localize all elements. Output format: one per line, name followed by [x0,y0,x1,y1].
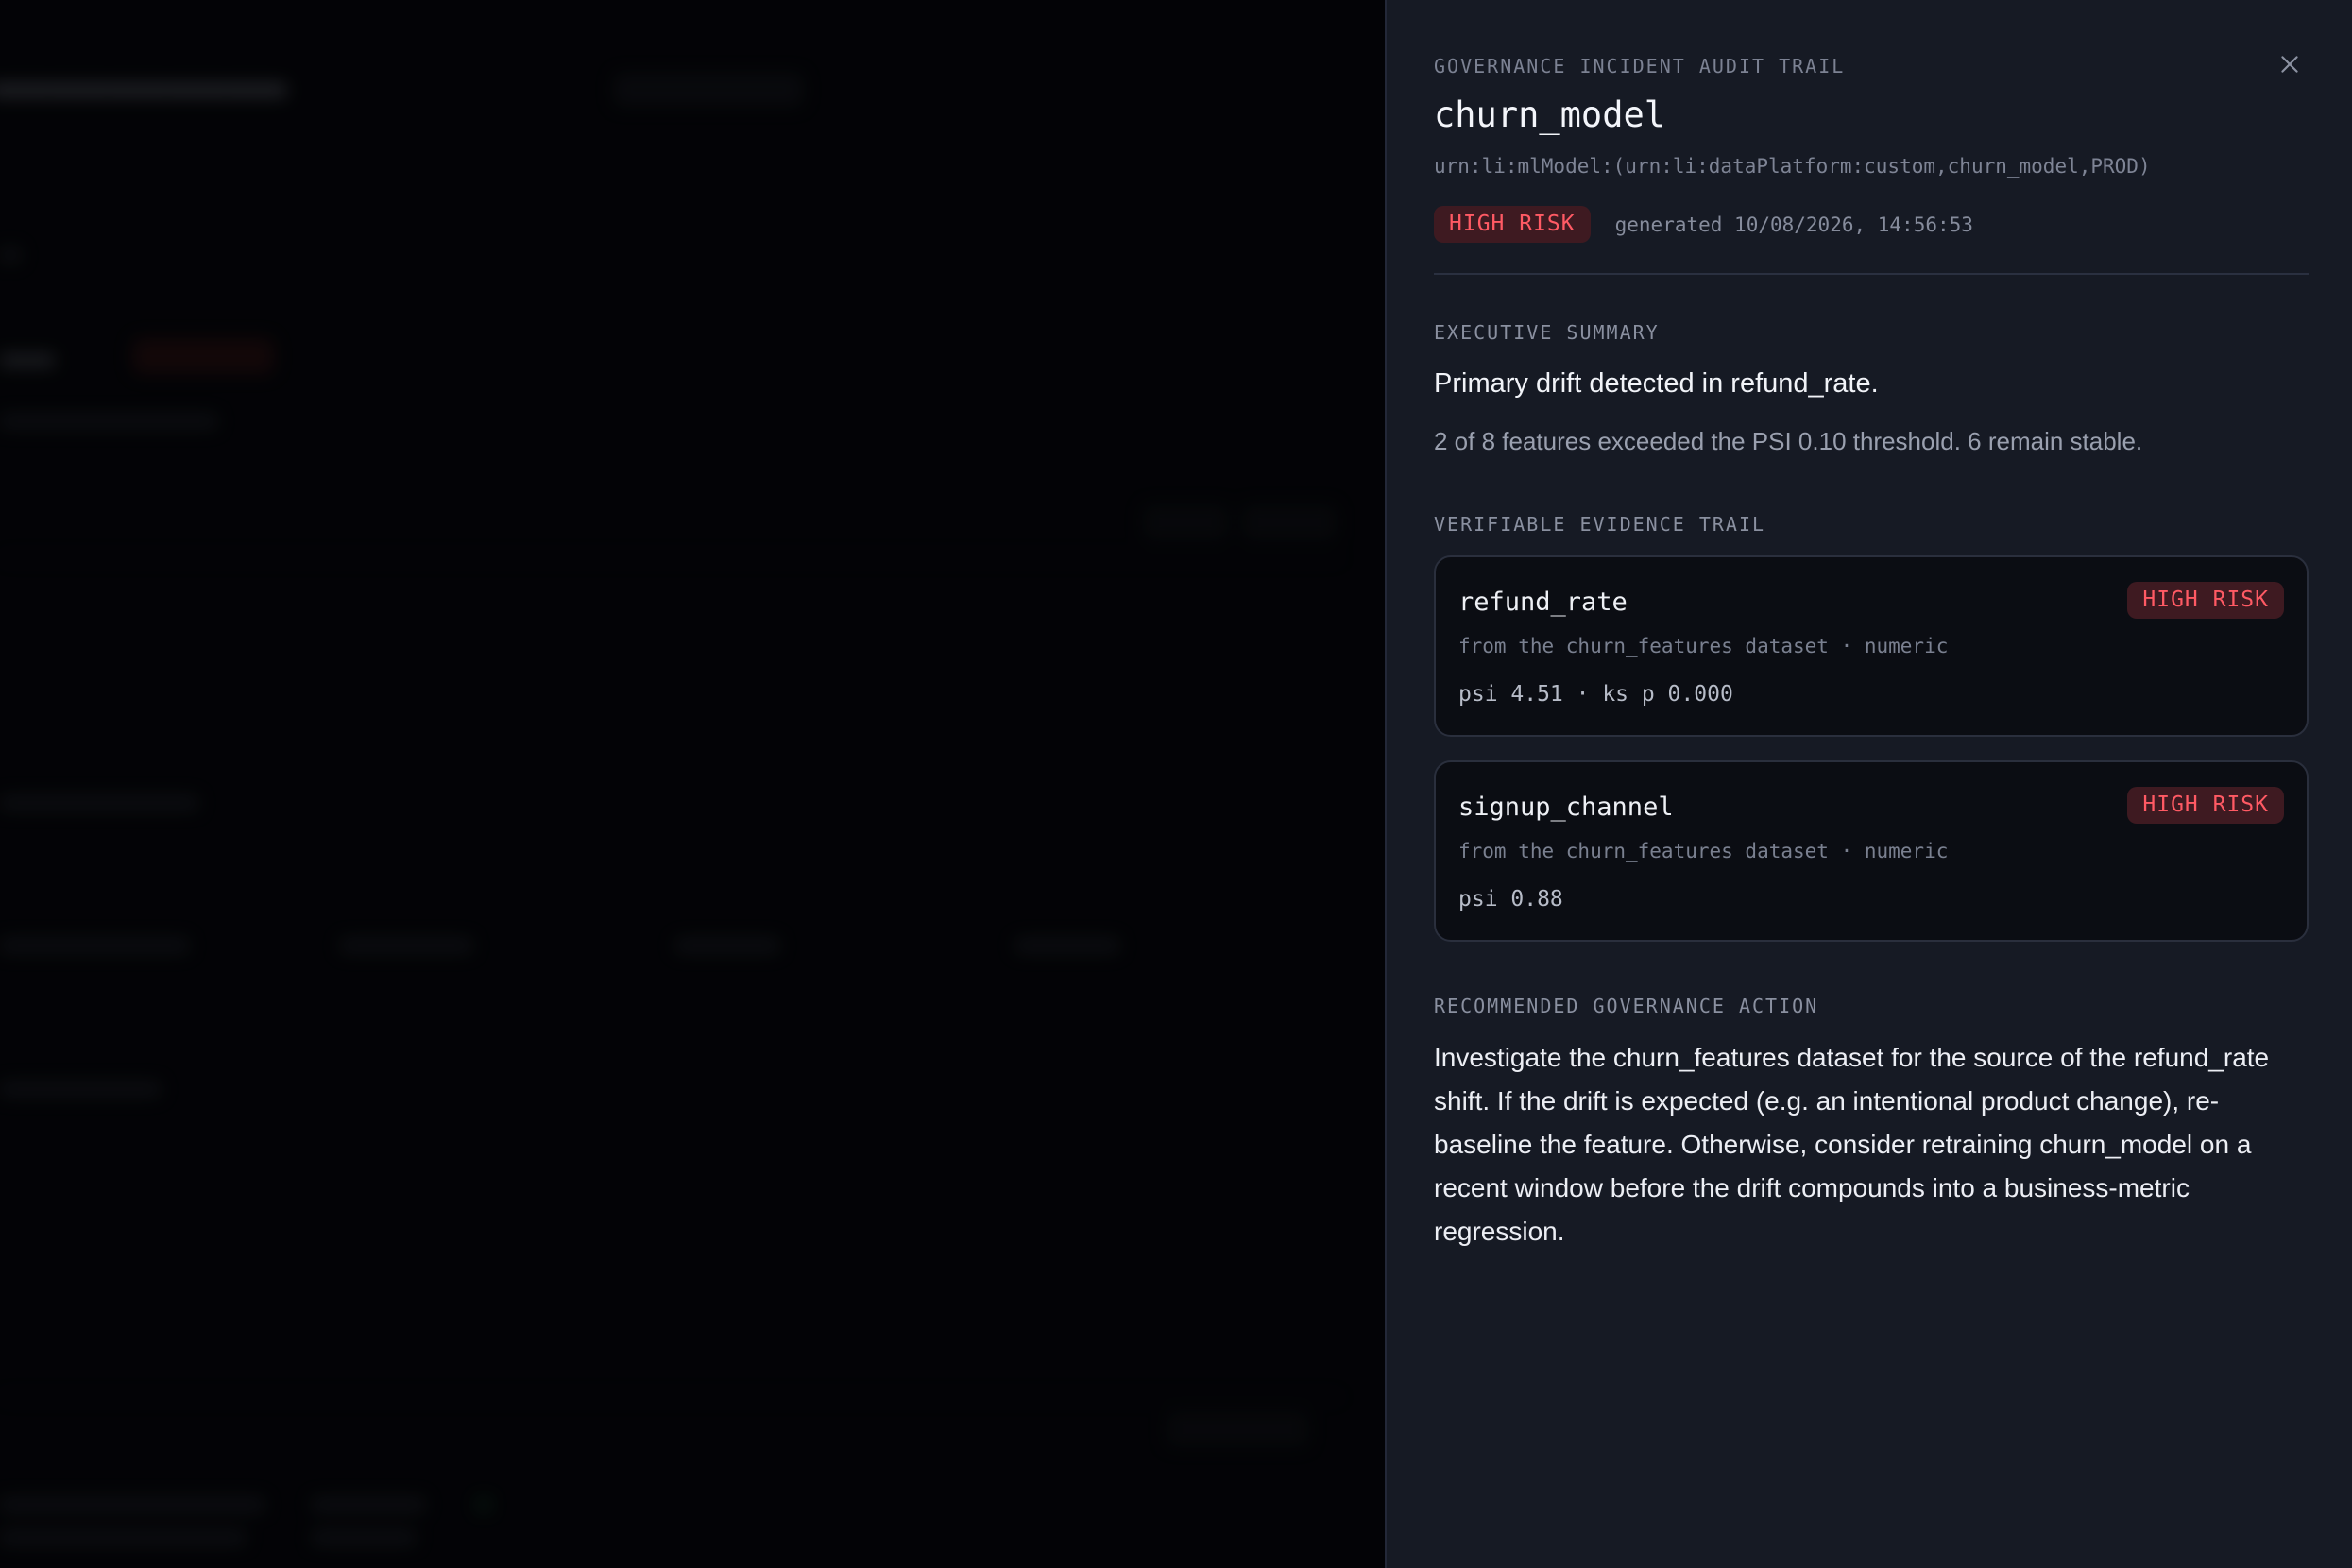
executive-summary-headline: Primary drift detected in refund_rate. [1434,368,1879,399]
evidence-metrics: psi 4.51 · ks p 0.000 [1458,682,1733,707]
evidence-source: from the churn_features dataset · numeri… [1458,840,1949,862]
executive-summary-detail: 2 of 8 features exceeded the PSI 0.10 th… [1434,427,2143,455]
evidence-card: refund_rate HIGH RISK from the churn_fea… [1434,555,2309,737]
recommended-action-label: RECOMMENDED GOVERNANCE ACTION [1434,995,1819,1017]
evidence-feature-name: signup_channel [1458,793,1674,822]
evidence-risk-badge: HIGH RISK [2127,787,2284,824]
model-urn: urn:li:mlModel:(urn:li:dataPlatform:cust… [1434,155,2151,178]
executive-summary-label: EXECUTIVE SUMMARY [1434,321,1660,344]
evidence-metrics: psi 0.88 [1458,887,1563,912]
evidence-feature-name: refund_rate [1458,588,1628,617]
drawer-eyebrow: GOVERNANCE INCIDENT AUDIT TRAIL [1434,55,1846,77]
audit-trail-drawer: GOVERNANCE INCIDENT AUDIT TRAIL churn_mo… [1385,0,2352,1568]
app-window: ▬▬▬▬▬▬▬▬▬▬ ▬▬ GOVERNANCE INCIDENT AUDIT … [0,0,2352,1568]
evidence-risk-badge: HIGH RISK [2127,582,2284,619]
model-name: churn_model [1434,94,1666,135]
close-icon [2281,56,2298,73]
evidence-trail-label: VERIFIABLE EVIDENCE TRAIL [1434,513,1766,536]
header-meta-row: HIGH RISK generated 10/08/2026, 14:56:53 [1434,206,1973,243]
evidence-source: from the churn_features dataset · numeri… [1458,635,1949,657]
modal-scrim[interactable] [0,0,1385,1568]
header-divider [1434,273,2309,275]
risk-badge: HIGH RISK [1434,206,1591,243]
close-button[interactable] [2271,45,2309,83]
evidence-card: signup_channel HIGH RISK from the churn_… [1434,760,2309,942]
generated-timestamp: generated 10/08/2026, 14:56:53 [1614,213,1973,236]
recommended-action-text: Investigate the churn_features dataset f… [1434,1043,2270,1246]
